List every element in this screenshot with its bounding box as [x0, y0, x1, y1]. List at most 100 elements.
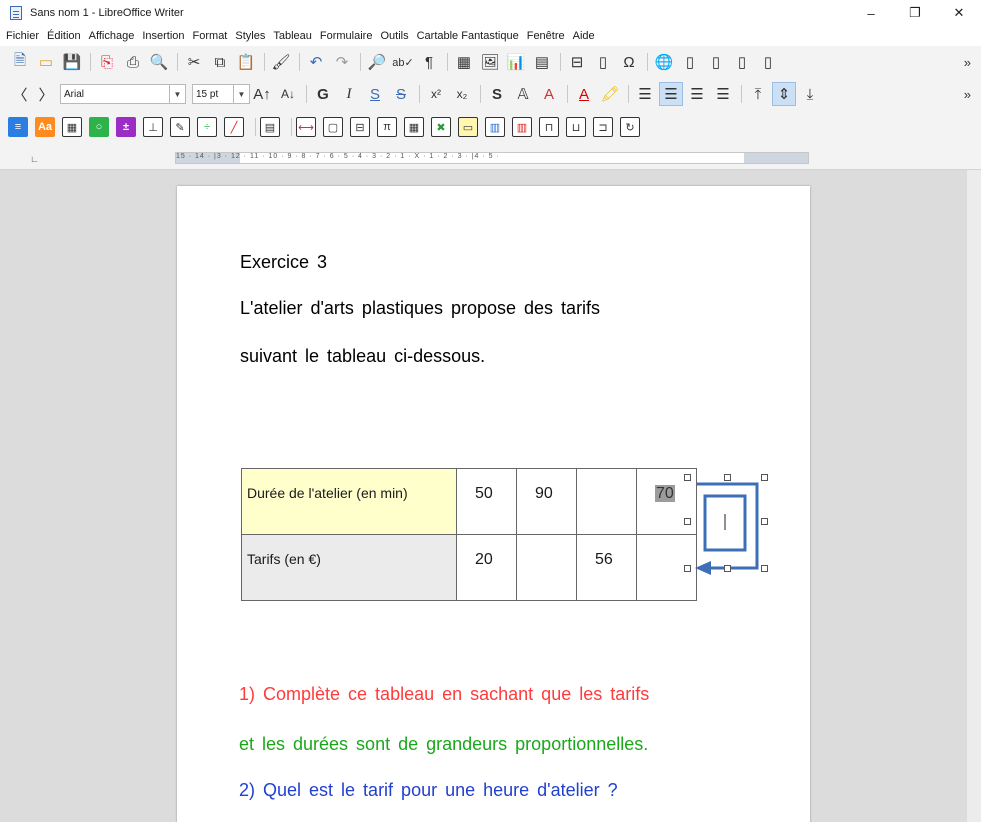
table-tool-icon[interactable]: ▦	[62, 117, 82, 137]
insert-table-icon[interactable]: ▦	[452, 50, 476, 74]
minimize-button[interactable]: –	[849, 0, 893, 26]
subscript-icon[interactable]: x₂	[450, 82, 474, 106]
table-cell[interactable]	[516, 534, 577, 601]
resize-handle[interactable]	[724, 474, 731, 481]
insert-page-break-icon[interactable]: ⊟	[565, 50, 589, 74]
italic-icon[interactable]: I	[337, 82, 361, 106]
menu-affichage[interactable]: Affichage	[89, 30, 135, 42]
open-folder-icon[interactable]: ▭	[34, 50, 58, 74]
resize-handle[interactable]	[684, 565, 691, 572]
underline-icon[interactable]: S	[363, 82, 387, 106]
menu-fichier[interactable]: Fichier	[6, 30, 39, 42]
shadow-icon[interactable]: S	[485, 82, 509, 106]
insert-textbox-icon[interactable]: ▤	[530, 50, 554, 74]
calculator-icon[interactable]: ▤	[260, 117, 280, 137]
table-cell[interactable]: 90	[516, 468, 577, 535]
copy-icon[interactable]: ⧉	[208, 50, 232, 74]
new-document-icon[interactable]: 🗎	[8, 50, 32, 74]
spelling-icon[interactable]: ab✓	[391, 50, 415, 74]
decrease-font-icon[interactable]: A↓	[276, 82, 300, 106]
pi-icon[interactable]: π	[377, 117, 397, 137]
justify-icon[interactable]: ☰	[711, 82, 735, 106]
comment-icon[interactable]: ▯	[704, 50, 728, 74]
math-operation-icon[interactable]: ±	[116, 117, 136, 137]
resize-handle[interactable]	[761, 518, 768, 525]
chevron-down-icon[interactable]: ▼	[169, 85, 185, 103]
align-right-icon[interactable]: ☰	[685, 82, 709, 106]
print-preview-icon[interactable]: 🔍	[147, 50, 171, 74]
print-icon[interactable]: ⎙	[121, 50, 145, 74]
back-icon[interactable]: 〈	[8, 82, 32, 106]
tab-stop-icon[interactable]: ∟	[30, 154, 39, 164]
align-bottom-icon[interactable]: ⤓	[798, 82, 822, 106]
redo-icon[interactable]: ↷	[330, 50, 354, 74]
increase-font-icon[interactable]: A↑	[250, 82, 274, 106]
table-cell-duration-label[interactable]: Durée de l'atelier (en min)	[241, 468, 457, 535]
fraction-icon[interactable]: ÷	[197, 117, 217, 137]
menu-tableau[interactable]: Tableau	[273, 30, 312, 42]
paste-icon[interactable]: 📋	[234, 50, 258, 74]
row-icon[interactable]: ▭	[458, 117, 478, 137]
insert-column-blue-icon[interactable]: ▥	[485, 117, 505, 137]
menu-outils[interactable]: Outils	[380, 30, 408, 42]
resize-handle[interactable]	[684, 518, 691, 525]
drawing-line-icon[interactable]: ╱	[224, 117, 244, 137]
loop-up-icon[interactable]: ⊓	[539, 117, 559, 137]
frame-tool-icon[interactable]: ▢	[323, 117, 343, 137]
line-spacing-icon[interactable]: ≡	[8, 117, 28, 137]
table-cell-tarif-label[interactable]: Tarifs (en €)	[241, 534, 457, 601]
posed-operation-icon[interactable]: ⊥	[143, 117, 163, 137]
rotate-icon[interactable]: ↻	[620, 117, 640, 137]
menu-aide[interactable]: Aide	[573, 30, 595, 42]
insert-field-icon[interactable]: ▯	[591, 50, 615, 74]
undo-icon[interactable]: ↶	[304, 50, 328, 74]
geometry-icon[interactable]: ○	[89, 117, 109, 137]
insert-image-icon[interactable]: 🖼	[478, 50, 502, 74]
find-replace-icon[interactable]: 🔎	[365, 50, 389, 74]
tarifs-table[interactable]: Durée de l'atelier (en min) 50 90 70 Tar…	[241, 468, 697, 601]
table-cell[interactable]	[576, 468, 637, 535]
highlight-color-icon[interactable]: 🖍	[598, 82, 622, 106]
font-size-box[interactable]: 15 pt ▼	[192, 84, 250, 104]
table-cell[interactable]: 56	[576, 534, 637, 601]
hyperlink-icon[interactable]: 🌐	[652, 50, 676, 74]
insert-frame-icon[interactable]: ▯	[756, 50, 780, 74]
footnote-icon[interactable]: ▯	[678, 50, 702, 74]
vertical-scrollbar[interactable]	[967, 170, 981, 822]
forward-icon[interactable]: 〉	[34, 82, 58, 106]
resize-handle[interactable]	[761, 474, 768, 481]
document-page[interactable]: Exercice 3 L'atelier d'arts plastiques p…	[177, 186, 810, 822]
menu-fenetre[interactable]: Fenêtre	[527, 30, 565, 42]
align-center-icon[interactable]: ☰	[659, 82, 683, 106]
more-options-icon[interactable]: »	[964, 46, 971, 78]
track-changes-icon[interactable]: ▯	[730, 50, 754, 74]
insert-chart-icon[interactable]: 📊	[504, 50, 528, 74]
table-cell[interactable]: 50	[456, 468, 517, 535]
font-name-box[interactable]: Arial ▼	[60, 84, 186, 104]
horizontal-ruler[interactable]: ∟ 15 · 14 · |3 · 12 · 11 · 10 · 9 · 8 · …	[0, 144, 981, 170]
outline-icon[interactable]: 𝔸	[511, 82, 535, 106]
resize-handle[interactable]	[761, 565, 768, 572]
delete-table-icon[interactable]: ✖	[431, 117, 451, 137]
export-pdf-icon[interactable]: ⎘	[95, 50, 119, 74]
font-color-icon[interactable]: A	[572, 82, 596, 106]
align-top-icon[interactable]: ⤒	[746, 82, 770, 106]
superscript-icon[interactable]: x²	[424, 82, 448, 106]
align-middle-icon[interactable]: ⇕	[772, 82, 796, 106]
vertical-split-icon[interactable]: ⊟	[350, 117, 370, 137]
formatting-marks-icon[interactable]: ¶	[417, 50, 441, 74]
menu-formulaire[interactable]: Formulaire	[320, 30, 373, 42]
table-cell[interactable]: 20	[456, 534, 517, 601]
strikethrough-icon[interactable]: S	[389, 82, 413, 106]
resize-handle[interactable]	[724, 565, 731, 572]
menu-insertion[interactable]: Insertion	[142, 30, 184, 42]
bold-icon[interactable]: G	[311, 82, 335, 106]
menu-edition[interactable]: Édition	[47, 30, 81, 42]
special-character-icon[interactable]: Ω	[617, 50, 641, 74]
save-icon[interactable]: 💾	[60, 50, 84, 74]
align-left-icon[interactable]: ☰	[633, 82, 657, 106]
menu-styles[interactable]: Styles	[235, 30, 265, 42]
ruler-tool-icon[interactable]: ⟷	[296, 117, 316, 137]
loop-down-icon[interactable]: ⊔	[566, 117, 586, 137]
more-options-icon[interactable]: »	[964, 78, 971, 110]
